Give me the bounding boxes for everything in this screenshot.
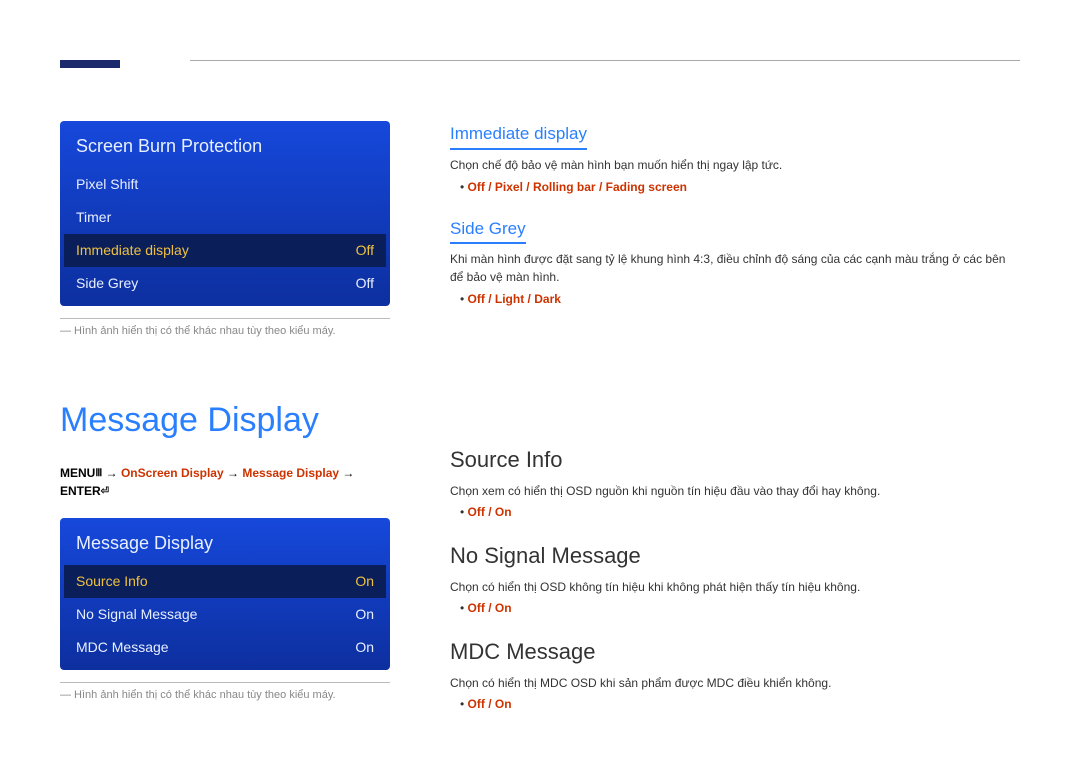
menu-icon: Ⅲ (95, 466, 102, 481)
osd-row: Side Grey Off (60, 267, 390, 300)
menu-token: MENU (60, 466, 95, 480)
osd-label: No Signal Message (76, 604, 197, 625)
page-heading: Message Display (60, 395, 390, 446)
osd-value: Off (356, 240, 374, 261)
section-mdc-message: MDC Message Chọn có hiển thị MDC OSD khi… (450, 635, 1020, 713)
heading: MDC Message (450, 635, 1020, 668)
osd-value: On (355, 571, 374, 592)
osd-label: Side Grey (76, 273, 138, 294)
section-desc: Chọn có hiển thị MDC OSD khi sản phẩm đư… (450, 674, 1020, 692)
menu-token: Message Display (242, 466, 339, 480)
osd-row-selected: Source Info On (64, 565, 386, 598)
osd-title: Screen Burn Protection (60, 121, 390, 168)
section-no-signal-message: No Signal Message Chọn có hiển thị OSD k… (450, 539, 1020, 617)
sub-heading: Side Grey (450, 216, 526, 245)
osd-row-selected: Immediate display Off (64, 234, 386, 267)
osd-value: On (355, 637, 374, 658)
section-desc: Chọn có hiển thị OSD không tín hiệu khi … (450, 578, 1020, 596)
menu-token: OnScreen Display (121, 466, 224, 480)
osd-row: MDC Message On (60, 631, 390, 664)
enter-icon: ⏎ (101, 484, 109, 499)
section-desc: Khi màn hình được đặt sang tỷ lệ khung h… (450, 250, 1020, 286)
section-immediate-display: Immediate display Chọn chế độ bảo vệ màn… (450, 121, 1020, 196)
footnote: ― Hình ảnh hiển thị có thể khác nhau tùy… (60, 323, 390, 340)
section-desc: Chọn chế độ bảo vệ màn hình bạn muốn hiể… (450, 156, 1020, 174)
sub-heading: Immediate display (450, 121, 587, 150)
osd-label: MDC Message (76, 637, 169, 658)
option-list: Off / On (460, 503, 1020, 521)
osd-value: Off (356, 273, 374, 294)
osd-message-display: Message Display Source Info On No Signal… (60, 518, 390, 670)
section-source-info: Source Info Chọn xem có hiển thị OSD ngu… (450, 443, 1020, 521)
osd-row: No Signal Message On (60, 598, 390, 631)
heading: Source Info (450, 443, 1020, 476)
osd-title: Message Display (60, 518, 390, 565)
menu-path: MENUⅢ → OnScreen Display → Message Displ… (60, 464, 390, 500)
footnote: ― Hình ảnh hiển thị có thể khác nhau tùy… (60, 687, 390, 704)
osd-label: Pixel Shift (76, 174, 138, 195)
menu-token: ENTER (60, 484, 101, 498)
section-side-grey: Side Grey Khi màn hình được đặt sang tỷ … (450, 216, 1020, 309)
option-list: Off / On (460, 599, 1020, 617)
divider (60, 682, 390, 683)
divider (60, 318, 390, 319)
osd-label: Source Info (76, 571, 148, 592)
osd-screen-burn-protection: Screen Burn Protection Pixel Shift Timer… (60, 121, 390, 306)
osd-row: Timer (60, 201, 390, 234)
option-list: Off / Pixel / Rolling bar / Fading scree… (460, 178, 1020, 196)
osd-value: On (355, 604, 374, 625)
osd-row: Pixel Shift (60, 168, 390, 201)
accent-bar (60, 60, 120, 68)
option-list: Off / Light / Dark (460, 290, 1020, 308)
option-list: Off / On (460, 695, 1020, 713)
top-rule (190, 60, 1020, 61)
heading: No Signal Message (450, 539, 1020, 572)
osd-label: Timer (76, 207, 111, 228)
section-desc: Chọn xem có hiển thị OSD nguồn khi nguồn… (450, 482, 1020, 500)
osd-label: Immediate display (76, 240, 189, 261)
